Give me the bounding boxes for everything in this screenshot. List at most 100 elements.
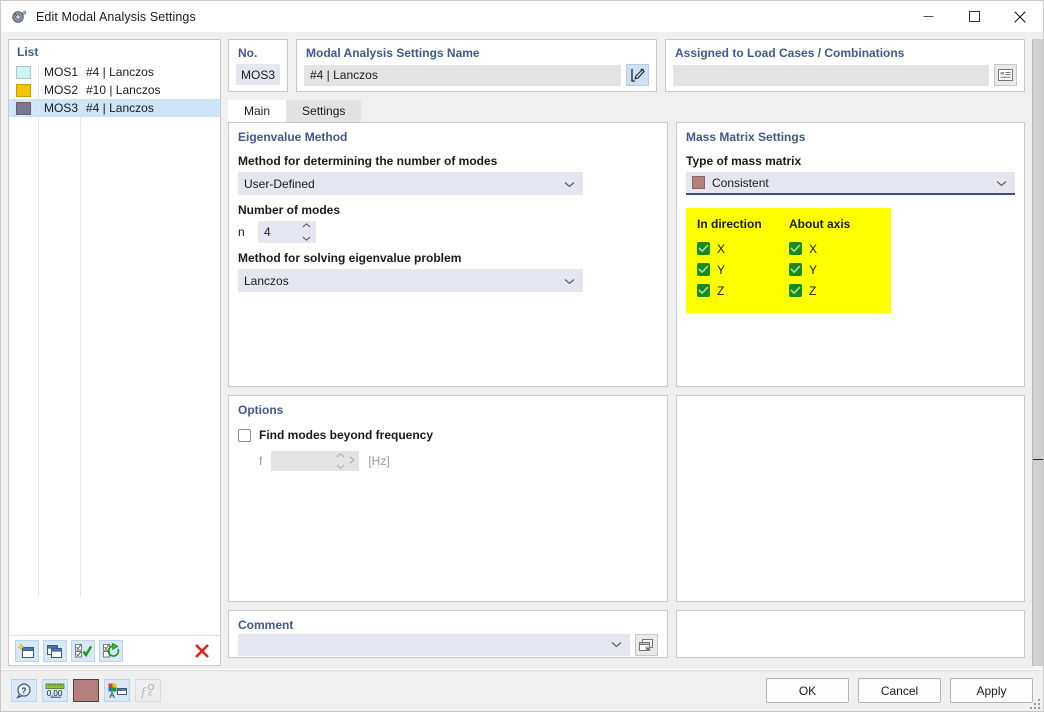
comment-input[interactable] (238, 634, 630, 656)
method-modes-select[interactable]: User-Defined (238, 172, 583, 195)
about-axis-x-row[interactable]: X (789, 238, 881, 259)
in-direction-y-label: Y (717, 262, 726, 277)
name-row: #4 | Lanczos (297, 64, 656, 86)
maximize-button[interactable] (951, 1, 997, 32)
eigenvalue-method-pane: Eigenvalue Method Method for determining… (228, 122, 668, 387)
tab-main[interactable]: Main (228, 100, 287, 122)
about-axis-x-label: X (809, 241, 818, 256)
about-axis-label: About axis (789, 217, 851, 231)
frequency-input (271, 451, 360, 471)
in-direction-x-checkbox[interactable] (697, 242, 710, 255)
about-axis-column: About axis X Y Z (789, 217, 881, 301)
mass-matrix-type-select[interactable]: Consistent (686, 172, 1015, 195)
list-item[interactable]: MOS2 #10 | Lanczos (9, 81, 220, 99)
close-button[interactable] (997, 1, 1043, 32)
eigenvalue-method-body: Method for determining the number of mod… (229, 154, 667, 300)
help-button[interactable]: ? (11, 679, 37, 702)
dialog-body: List MOS1 #4 | Lanczos MOS2 #10 | Lanczo… (1, 32, 1043, 669)
in-direction-z-label: Z (717, 283, 725, 298)
list-panel: List MOS1 #4 | Lanczos MOS2 #10 | Lanczo… (8, 39, 221, 666)
frequency-stepper-icon (336, 453, 345, 469)
list-item-selected[interactable]: MOS3 #4 | Lanczos (9, 99, 220, 117)
number-of-modes-value: 4 (264, 225, 271, 239)
number-of-modes-stepper[interactable]: 4 (258, 221, 316, 243)
svg-text:?: ? (21, 686, 26, 695)
scrollbar-thumb[interactable] (1033, 459, 1043, 460)
svg-text:0,00: 0,00 (47, 689, 63, 698)
no-value: MOS3 (236, 64, 280, 85)
in-direction-z-checkbox[interactable] (697, 284, 710, 297)
content-panes: Eigenvalue Method Method for determining… (228, 122, 1025, 666)
find-modes-checkbox[interactable] (238, 428, 251, 442)
chevron-down-icon (996, 176, 1007, 190)
item-no: MOS2 (44, 83, 79, 97)
stepper-arrows-icon[interactable] (302, 223, 311, 241)
item-color-cell (9, 63, 39, 81)
options-body: Find modes beyond frequency f [Hz] (229, 428, 667, 479)
mass-matrix-title: Mass Matrix Settings (686, 130, 806, 144)
display-properties-button[interactable]: A (104, 679, 130, 702)
new-item-button[interactable] (15, 639, 39, 662)
in-direction-y-row[interactable]: Y (697, 259, 789, 280)
units-button[interactable]: 0,00 (42, 679, 68, 702)
tab-settings[interactable]: Settings (286, 100, 362, 122)
in-direction-y-checkbox[interactable] (697, 263, 710, 276)
color-button[interactable] (73, 679, 99, 702)
eigenvalue-method-title: Eigenvalue Method (238, 130, 348, 144)
item-description: #4 | Lanczos (86, 65, 154, 79)
about-axis-y-checkbox[interactable] (789, 263, 802, 276)
list-toolbar (9, 635, 220, 665)
number-of-modes-row: n 4 (238, 221, 658, 243)
item-no: MOS3 (44, 101, 79, 115)
about-axis-z-checkbox[interactable] (789, 284, 802, 297)
delete-item-button[interactable] (190, 640, 214, 662)
mass-matrix-type-value: Consistent (712, 175, 769, 190)
footer-separator (1, 670, 1043, 671)
solver-select[interactable]: Lanczos (238, 269, 583, 292)
list-empty-area (9, 117, 220, 597)
item-no: MOS1 (44, 65, 79, 79)
mass-matrix-type-swatch (692, 176, 705, 189)
about-axis-z-row[interactable]: Z (789, 280, 881, 301)
select-all-button[interactable] (71, 639, 95, 662)
apply-button[interactable]: Apply (950, 678, 1033, 703)
main-area: No. MOS3 Modal Analysis Settings Name #4… (228, 39, 1043, 666)
comment-pane: Comment (228, 610, 668, 658)
window-title: Edit Modal Analysis Settings (36, 9, 196, 24)
item-color-cell (9, 81, 39, 99)
minimize-button[interactable] (905, 1, 951, 32)
about-axis-y-row[interactable]: Y (789, 259, 881, 280)
ok-button[interactable]: OK (766, 678, 849, 703)
edit-pencil-icon[interactable] (626, 64, 649, 86)
tab-bar: Main Settings (228, 100, 668, 122)
no-card: No. MOS3 (228, 39, 288, 92)
in-direction-x-row[interactable]: X (697, 238, 789, 259)
name-label: Modal Analysis Settings Name (306, 46, 480, 60)
list-item[interactable]: MOS1 #4 | Lanczos (9, 63, 220, 81)
solver-value: Lanczos (244, 273, 289, 288)
assigned-card: Assigned to Load Cases / Combinations (665, 39, 1025, 92)
mass-matrix-body: Type of mass matrix Consistent In direct… (677, 154, 1024, 321)
cancel-button[interactable]: Cancel (858, 678, 941, 703)
item-color-cell (9, 99, 39, 117)
number-of-modes-label: Number of modes (238, 203, 341, 217)
about-axis-x-checkbox[interactable] (789, 242, 802, 255)
vertical-scrollbar[interactable] (1032, 39, 1043, 666)
list-selection-icon[interactable] (994, 64, 1017, 86)
svg-text:f: f (141, 684, 147, 699)
list-header: List (17, 45, 39, 59)
resize-grip[interactable] (1030, 699, 1040, 709)
dialog-window: Edit Modal Analysis Settings List MOS1 #… (0, 0, 1044, 712)
assigned-input[interactable] (673, 64, 989, 86)
chevron-down-icon (564, 177, 575, 191)
copy-item-button[interactable] (43, 639, 67, 662)
header-row: No. MOS3 Modal Analysis Settings Name #4… (228, 39, 1025, 92)
refresh-selection-button[interactable] (99, 639, 123, 662)
name-card: Modal Analysis Settings Name #4 | Lanczo… (296, 39, 657, 92)
name-input[interactable]: #4 | Lanczos (304, 64, 621, 86)
assigned-row (666, 64, 1024, 86)
comment-pick-icon[interactable] (635, 634, 658, 656)
mass-matrix-pane: Mass Matrix Settings Type of mass matrix… (676, 122, 1025, 387)
in-direction-z-row[interactable]: Z (697, 280, 789, 301)
find-modes-row[interactable]: Find modes beyond frequency (238, 428, 658, 442)
